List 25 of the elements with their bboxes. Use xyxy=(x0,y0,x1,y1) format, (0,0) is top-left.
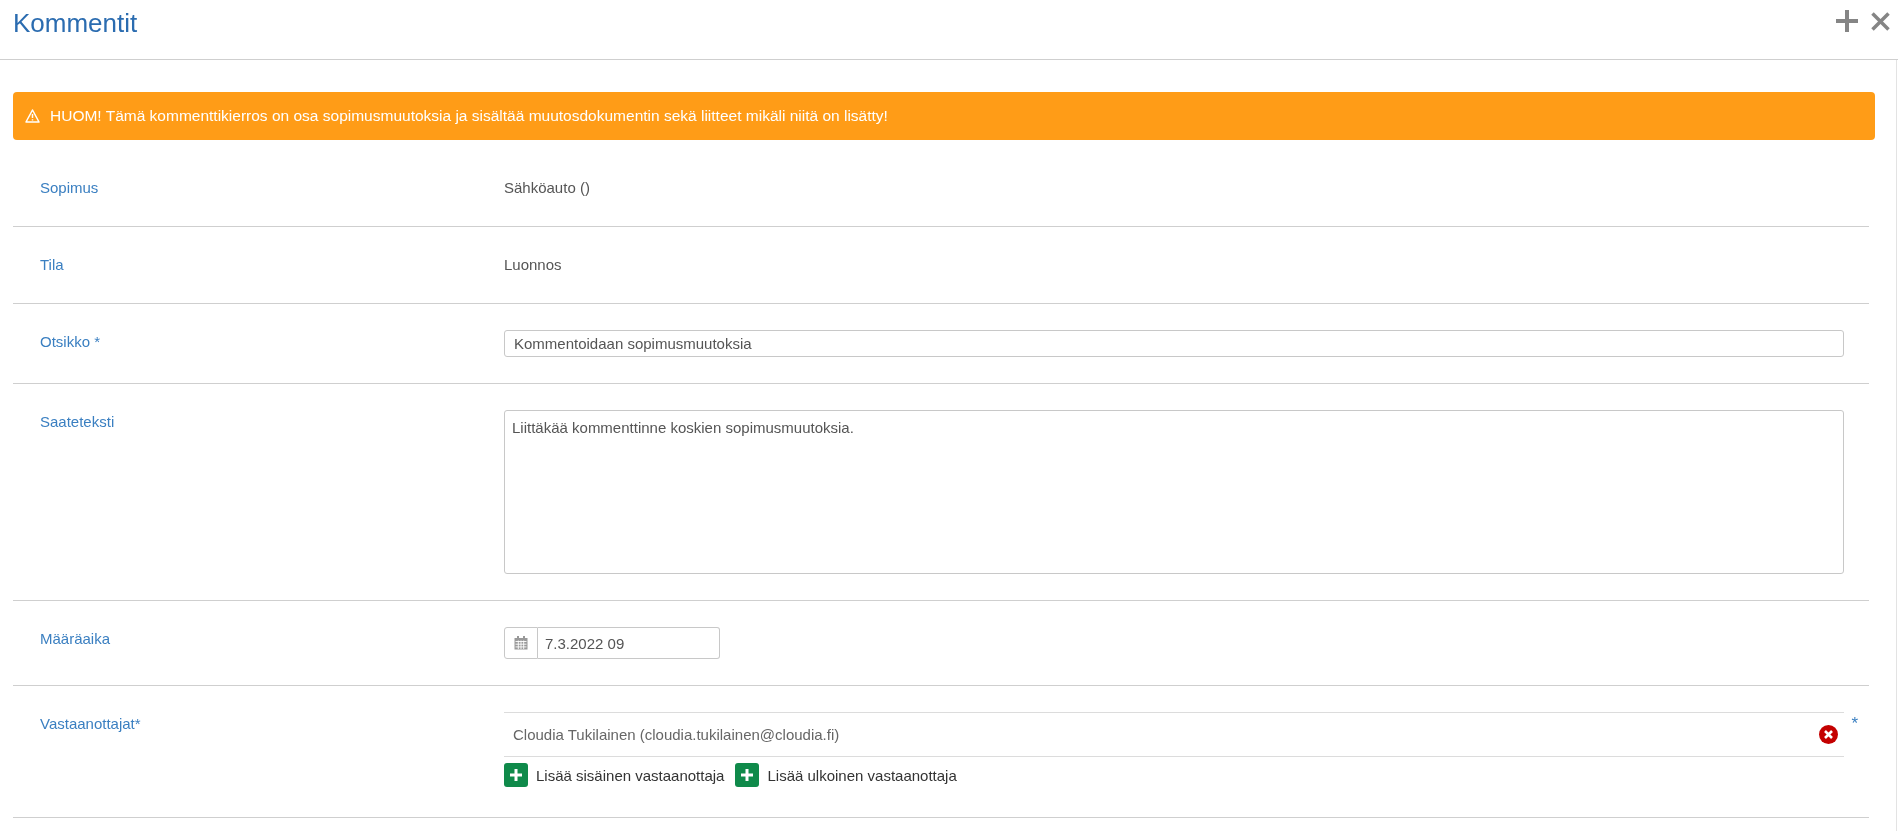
required-mark: * xyxy=(1851,715,1858,732)
textarea-field[interactable]: Liittäkää kommenttinne koskien sopimusmuutoksia. xyxy=(504,410,1844,574)
date-input[interactable]: 7.3.2022 09 xyxy=(538,627,720,659)
field-label: Vastaanottajat* xyxy=(40,715,141,732)
recipient-text: Cloudia Tukilainen (cloudia.tukilainen@cloudia.fi) xyxy=(513,726,840,743)
remove-icon[interactable] xyxy=(1819,725,1839,744)
calendar-button[interactable] xyxy=(504,627,538,659)
field-label: Otsikko * xyxy=(40,333,100,350)
add-recipient-button[interactable]: Lisää ulkoinen vastaanottaja xyxy=(735,763,957,787)
calendar-icon xyxy=(514,636,528,650)
field-label: Määräaika xyxy=(40,630,111,647)
window-title: Kommentit xyxy=(13,7,138,39)
warning-icon xyxy=(25,109,40,123)
text-input[interactable]: Kommentoidaan sopimusmuutoksia xyxy=(504,330,1844,357)
warning-text: HUOM! Tämä kommenttikierros on osa sopimusmuutoksia ja sisältää muutosdokumentin sekä liitteet mikäli niitä on lisätty! xyxy=(50,106,888,126)
plus-icon xyxy=(504,763,528,787)
field-label: Tila xyxy=(40,256,64,273)
field-value: Luonnos xyxy=(504,255,562,275)
field-label: Sopimus xyxy=(40,179,99,196)
close-icon[interactable] xyxy=(1871,11,1890,31)
field-value: Sähköauto () xyxy=(504,178,590,198)
plus-icon xyxy=(735,763,760,787)
add-icon[interactable] xyxy=(1836,10,1858,32)
field-label: Saateteksti xyxy=(40,413,115,430)
add-recipient-button[interactable]: Lisää sisäinen vastaanottaja xyxy=(504,763,725,787)
